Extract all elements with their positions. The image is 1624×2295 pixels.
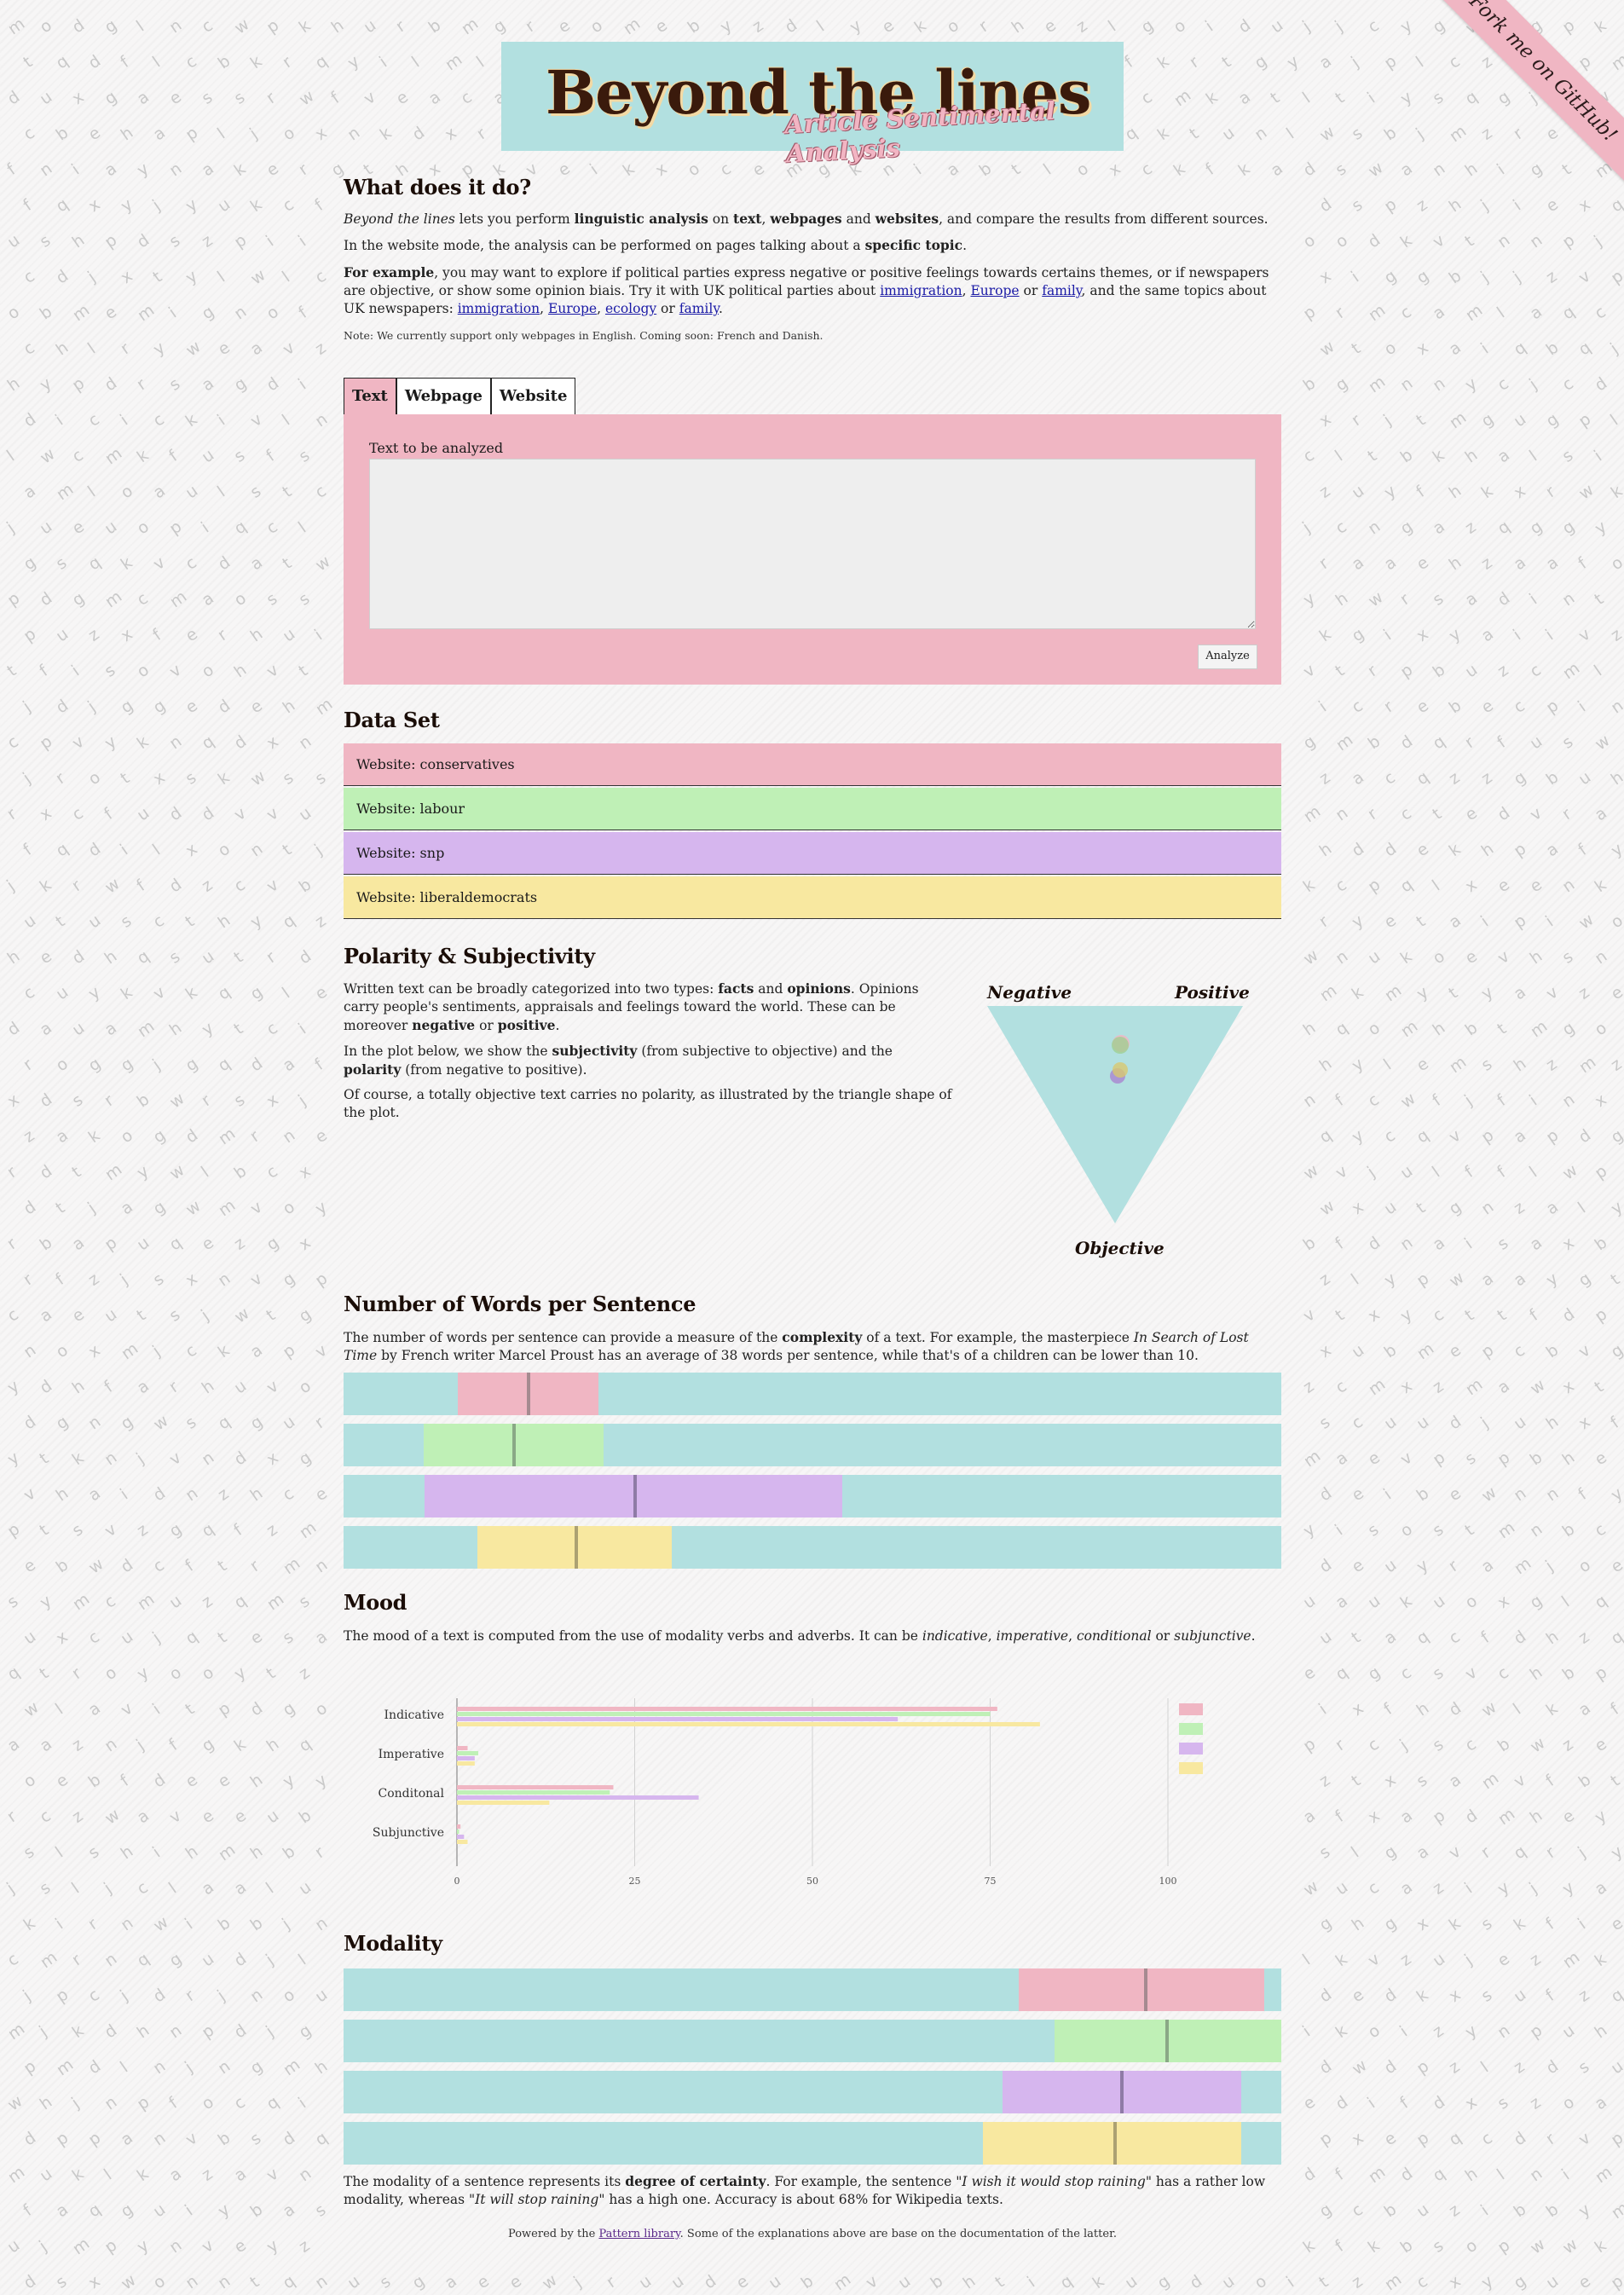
mood-bar bbox=[457, 1801, 550, 1805]
link-family[interactable]: family bbox=[1042, 283, 1081, 298]
point-liberaldemocrats bbox=[1113, 1062, 1128, 1078]
modality-range bbox=[983, 2122, 1241, 2165]
polarity-triangle-svg: Negative Positive Objective bbox=[986, 982, 1250, 1258]
analyze-button[interactable]: Analyze bbox=[1198, 645, 1257, 669]
objective-label: Objective bbox=[1075, 1238, 1165, 1258]
mood-category-label: Imperative bbox=[379, 1748, 444, 1761]
mood-legend-swatch bbox=[1179, 1723, 1203, 1735]
mood-x-tick: 75 bbox=[985, 1876, 997, 1887]
mood-bar bbox=[457, 1751, 479, 1755]
modality-range bbox=[1019, 1968, 1265, 2011]
mood-legend-swatch bbox=[1179, 1703, 1203, 1715]
mood-bar bbox=[457, 1790, 610, 1795]
dataset-row[interactable]: Website: liberaldemocrats bbox=[344, 876, 1281, 919]
dataset-row[interactable]: Website: conservatives bbox=[344, 743, 1281, 786]
modality-paragraph: The modality of a sentence represents it… bbox=[344, 2173, 1266, 2207]
link-immigration[interactable]: immigration bbox=[880, 283, 962, 298]
mood-bar bbox=[457, 1830, 459, 1834]
mood-paragraph: The mood of a text is computed from the … bbox=[344, 1628, 1256, 1644]
mood-bar bbox=[457, 1785, 614, 1789]
polarity-subjectivity-plot: Negative Positive Objective bbox=[974, 972, 1281, 1262]
tab-text[interactable]: Text bbox=[344, 378, 396, 414]
fork-me-ribbon[interactable]: Fork me on GitHub! bbox=[1427, 0, 1624, 184]
words-bar-row bbox=[344, 1424, 1281, 1466]
mood-chart-svg: 0 25 50 75 100 Indicative Imperative Conditonal… bbox=[373, 1698, 1203, 1887]
modality-mean-marker bbox=[1165, 2020, 1169, 2062]
modality-bar-row bbox=[344, 2020, 1281, 2062]
language-note: Note: We currently support only webpages… bbox=[344, 329, 824, 342]
mood-bar bbox=[457, 1722, 1040, 1726]
mood-bar bbox=[457, 1795, 699, 1800]
point-labour bbox=[1112, 1037, 1129, 1054]
words-mean-marker bbox=[526, 1373, 530, 1415]
product-name: Beyond the lines bbox=[344, 211, 455, 227]
polarity-heading: Polarity & Subjectivity bbox=[344, 944, 595, 968]
polarity-paragraph-1: Written text can be broadly categorized … bbox=[344, 980, 919, 1033]
mood-bar bbox=[457, 1746, 468, 1750]
link-newspapers-europe[interactable]: Europe bbox=[548, 301, 597, 316]
intro-paragraph-2: In the website mode, the analysis can be… bbox=[344, 237, 968, 253]
intro-paragraph-1: Beyond the lines lets you perform lingui… bbox=[344, 211, 1269, 227]
link-newspapers-family[interactable]: family bbox=[679, 301, 719, 316]
text-input-label: Text to be analyzed bbox=[369, 440, 504, 456]
modality-mean-marker bbox=[1120, 2071, 1124, 2113]
mood-x-tick: 25 bbox=[629, 1876, 641, 1887]
footer: Powered by the Pattern library. Some of … bbox=[507, 2228, 1117, 2240]
words-mean-marker bbox=[633, 1475, 638, 1517]
intro-heading: What does it do? bbox=[344, 175, 531, 199]
mood-category-label: Conditonal bbox=[379, 1787, 445, 1801]
words-bar-row bbox=[344, 1373, 1281, 1415]
mood-legend-swatch bbox=[1179, 1762, 1203, 1774]
dataset-row[interactable]: Website: labour bbox=[344, 788, 1281, 830]
link-newspapers-immigration[interactable]: immigration bbox=[458, 301, 540, 316]
words-paragraph: The number of words per sentence can pro… bbox=[344, 1329, 1249, 1363]
link-europe[interactable]: Europe bbox=[970, 283, 1019, 298]
modality-mean-marker bbox=[1143, 1968, 1147, 2011]
mode-tabs: Text Webpage Website bbox=[344, 378, 576, 415]
mood-category-label: Indicative bbox=[384, 1708, 444, 1722]
mood-bar bbox=[457, 1717, 899, 1721]
negative-label: Negative bbox=[986, 982, 1072, 1003]
mood-bar bbox=[457, 1707, 997, 1711]
modality-bar-row bbox=[344, 1968, 1281, 2011]
dataset-heading: Data Set bbox=[344, 708, 440, 732]
positive-label: Positive bbox=[1174, 982, 1250, 1003]
tab-webpage[interactable]: Webpage bbox=[396, 378, 491, 414]
modality-bar-row bbox=[344, 2122, 1281, 2165]
text-input[interactable] bbox=[369, 459, 1256, 629]
polarity-paragraph-2: In the plot below, we show the subjectiv… bbox=[344, 1043, 893, 1078]
modality-heading: Modality bbox=[344, 1931, 442, 1956]
logo-banner: Beyond the lines Article Sentimental Ana… bbox=[501, 42, 1124, 168]
link-newspapers-ecology[interactable]: ecology bbox=[605, 301, 656, 316]
mood-legend-swatch bbox=[1179, 1743, 1203, 1754]
words-mean-marker bbox=[574, 1526, 578, 1569]
words-bar-row bbox=[344, 1475, 1281, 1517]
mood-heading: Mood bbox=[344, 1590, 407, 1615]
mood-bar bbox=[457, 1840, 468, 1844]
polarity-paragraph-3: Of course, a totally objective text carr… bbox=[344, 1087, 952, 1120]
words-bar-row bbox=[344, 1526, 1281, 1569]
words-mean-marker bbox=[512, 1424, 517, 1466]
mood-bar bbox=[457, 1824, 461, 1829]
mood-category-label: Subjunctive bbox=[373, 1826, 444, 1840]
dataset-row[interactable]: Website: snp bbox=[344, 832, 1281, 875]
mood-bar bbox=[457, 1756, 475, 1760]
text-input-panel: Text to be analyzed Analyze bbox=[344, 414, 1281, 685]
modality-bar-row bbox=[344, 2071, 1281, 2113]
mood-x-tick: 0 bbox=[454, 1876, 460, 1887]
mood-x-tick: 50 bbox=[806, 1876, 818, 1887]
mood-chart: 0 25 50 75 100 Indicative Imperative Conditonal… bbox=[344, 1684, 1281, 1888]
background-letter-pattern: modglncwpkhurbmgreomebyzdlyekorhezlgoidu… bbox=[3, 14, 1624, 2295]
tab-website[interactable]: Website bbox=[490, 378, 576, 414]
mood-bar bbox=[457, 1761, 475, 1766]
pattern-library-link[interactable]: Pattern library bbox=[598, 2228, 679, 2240]
mood-x-tick: 100 bbox=[1159, 1876, 1177, 1887]
mood-bar bbox=[457, 1835, 465, 1839]
mood-bar bbox=[457, 1712, 991, 1716]
intro-paragraph-3: For example, you may want to explore if … bbox=[344, 264, 1269, 316]
modality-mean-marker bbox=[1113, 2122, 1118, 2165]
words-heading: Number of Words per Sentence bbox=[344, 1292, 696, 1316]
